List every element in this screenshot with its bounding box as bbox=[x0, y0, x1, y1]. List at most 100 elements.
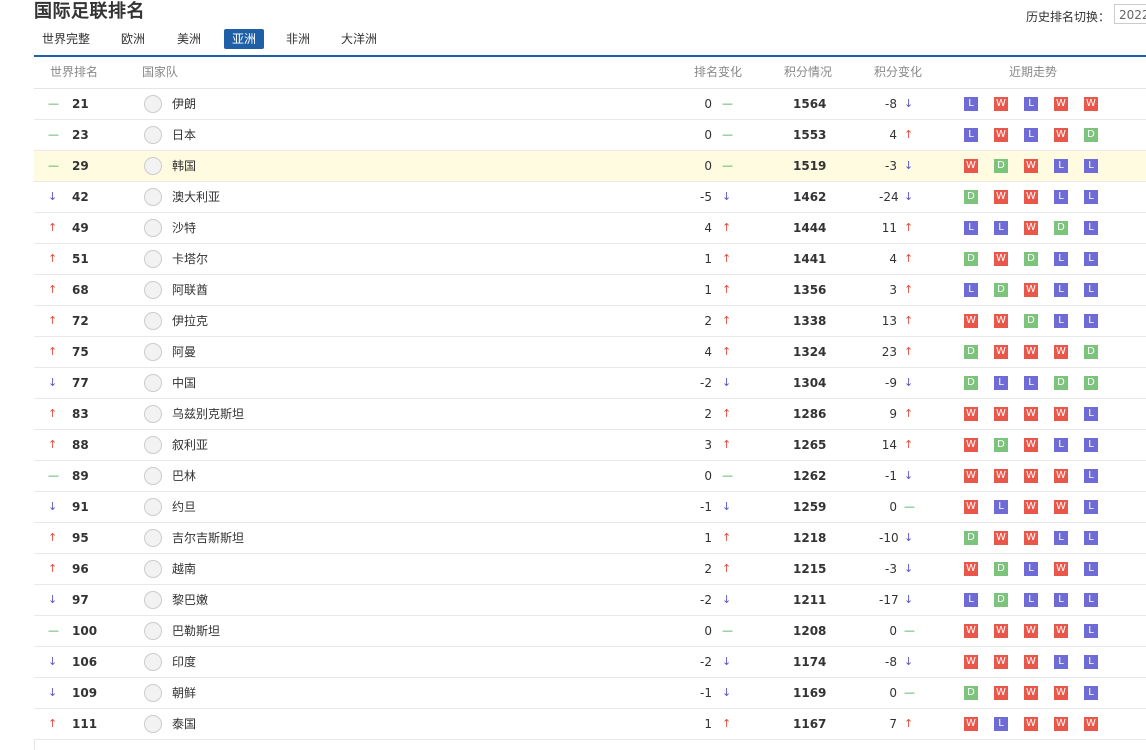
table-row[interactable]: ↓ 91 约旦 -1 ↓ 1259 0 — W L W W L bbox=[34, 492, 1146, 523]
form-result-badge: W bbox=[1024, 531, 1038, 545]
points-value: 1174 bbox=[793, 655, 827, 669]
arrow-down-icon: ↓ bbox=[904, 531, 914, 544]
form-result-badge: L bbox=[1024, 562, 1038, 576]
team-name[interactable]: 阿联酋 bbox=[172, 275, 208, 305]
table-row[interactable]: ↓ 77 中国 -2 ↓ 1304 -9 ↓ D L L D D bbox=[34, 368, 1146, 399]
table-row[interactable]: ↑ 83 乌兹别克斯坦 2 ↑ 1286 9 ↑ W W W W L bbox=[34, 399, 1146, 430]
form-result-badge: W bbox=[1024, 624, 1038, 638]
form-result-badge: W bbox=[964, 407, 978, 421]
tab-europe[interactable]: 欧洲 bbox=[113, 29, 153, 49]
points-value: 1265 bbox=[793, 438, 827, 452]
table-row[interactable]: ↓ 106 印度 -2 ↓ 1174 -8 ↓ W W W L L bbox=[34, 647, 1146, 678]
table-row[interactable]: ↑ 51 卡塔尔 1 ↑ 1441 4 ↑ D W D L L bbox=[34, 244, 1146, 275]
dash-icon: — bbox=[48, 128, 59, 141]
form-result-badge: W bbox=[1084, 97, 1098, 111]
tab-america[interactable]: 美洲 bbox=[169, 29, 209, 49]
points-value: 1441 bbox=[793, 252, 827, 266]
form-result-badge: D bbox=[1084, 128, 1098, 142]
arrow-down-icon: ↓ bbox=[904, 97, 914, 110]
table-row[interactable]: ↑ 68 阿联酋 1 ↑ 1356 3 ↑ L D W L L bbox=[34, 275, 1146, 306]
form-result-badge: L bbox=[1024, 593, 1038, 607]
table-row[interactable]: — 21 伊朗 0 — 1564 -8 ↓ L W L W W bbox=[34, 89, 1146, 120]
form-result-badge: L bbox=[1084, 624, 1098, 638]
arrow-up-icon: ↑ bbox=[722, 283, 732, 296]
team-name[interactable]: 叙利亚 bbox=[172, 430, 208, 460]
team-name[interactable]: 泰国 bbox=[172, 709, 196, 739]
form-result-badge: W bbox=[964, 500, 978, 514]
team-name[interactable]: 巴林 bbox=[172, 461, 196, 491]
rank-change-value: 1 bbox=[704, 531, 712, 545]
form-result-badge: W bbox=[1054, 128, 1068, 142]
team-flag-icon bbox=[144, 591, 162, 609]
table-row[interactable]: ↑ 72 伊拉克 2 ↑ 1338 13 ↑ W W D L L bbox=[34, 306, 1146, 337]
rank-change-value: 4 bbox=[704, 345, 712, 359]
team-name[interactable]: 中国 bbox=[172, 368, 196, 398]
rank-change-value: -1 bbox=[700, 686, 712, 700]
table-row[interactable]: ↑ 111 泰国 1 ↑ 1167 7 ↑ W L W W W bbox=[34, 709, 1146, 740]
table-row[interactable]: ↓ 42 澳大利亚 -5 ↓ 1462 -24 ↓ D W W L L bbox=[34, 182, 1146, 213]
table-row[interactable]: ↑ 88 叙利亚 3 ↑ 1265 14 ↑ W D W L L bbox=[34, 430, 1146, 461]
team-name[interactable]: 沙特 bbox=[172, 213, 196, 243]
header-points-change[interactable]: 积分变化 bbox=[874, 57, 922, 88]
form-result-badge: L bbox=[964, 221, 978, 235]
table-row[interactable]: ↓ 97 黎巴嫩 -2 ↓ 1211 -17 ↓ L D L L L bbox=[34, 585, 1146, 616]
team-name[interactable]: 日本 bbox=[172, 120, 196, 150]
form-result-badge: L bbox=[1024, 128, 1038, 142]
tab-asia[interactable]: 亚洲 bbox=[224, 29, 265, 49]
table-row[interactable]: — 29 韩国 0 — 1519 -3 ↓ W D W L L bbox=[34, 151, 1146, 182]
team-name[interactable]: 越南 bbox=[172, 554, 196, 584]
tab-africa[interactable]: 非洲 bbox=[278, 29, 318, 49]
team-name[interactable]: 黎巴嫩 bbox=[172, 585, 208, 615]
form-result-badge: D bbox=[1084, 345, 1098, 359]
team-name[interactable]: 巴勒斯坦 bbox=[172, 616, 220, 646]
team-name[interactable]: 约旦 bbox=[172, 492, 196, 522]
table-row[interactable]: ↑ 96 越南 2 ↑ 1215 -3 ↓ W D L W L bbox=[34, 554, 1146, 585]
team-name[interactable]: 吉尔吉斯斯坦 bbox=[172, 523, 244, 553]
arrow-up-icon: ↑ bbox=[722, 407, 732, 420]
form-result-badge: L bbox=[994, 376, 1008, 390]
rank-change-value: 3 bbox=[704, 438, 712, 452]
team-name[interactable]: 乌兹别克斯坦 bbox=[172, 399, 244, 429]
team-flag-icon bbox=[144, 374, 162, 392]
year-select[interactable]: 2022 bbox=[1114, 4, 1146, 24]
form-result-badge: W bbox=[1024, 283, 1038, 297]
team-flag-icon bbox=[144, 715, 162, 733]
team-flag-icon bbox=[144, 95, 162, 113]
team-name[interactable]: 澳大利亚 bbox=[172, 182, 220, 212]
header-rank-change[interactable]: 排名变化 bbox=[694, 57, 742, 88]
team-name[interactable]: 伊朗 bbox=[172, 89, 196, 119]
team-name[interactable]: 印度 bbox=[172, 647, 196, 677]
arrow-up-icon: ↑ bbox=[48, 562, 58, 575]
form-result-badge: W bbox=[994, 407, 1008, 421]
team-name[interactable]: 朝鲜 bbox=[172, 678, 196, 708]
form-result-badge: D bbox=[964, 686, 978, 700]
table-row[interactable]: ↓ 109 朝鲜 -1 ↓ 1169 0 — D W W W L bbox=[34, 678, 1146, 709]
tab-oceania[interactable]: 大洋洲 bbox=[333, 29, 385, 49]
arrow-down-icon: ↓ bbox=[48, 500, 58, 513]
points-change-value: 3 bbox=[889, 283, 897, 297]
team-name[interactable]: 阿曼 bbox=[172, 337, 196, 367]
table-row[interactable]: ↑ 49 沙特 4 ↑ 1444 11 ↑ L L W D L bbox=[34, 213, 1146, 244]
form-result-badge: W bbox=[964, 655, 978, 669]
points-value: 1553 bbox=[793, 128, 827, 142]
team-name[interactable]: 伊拉克 bbox=[172, 306, 208, 336]
header-points[interactable]: 积分情况 bbox=[784, 57, 832, 88]
form-result-badge: L bbox=[1024, 376, 1038, 390]
arrow-up-icon: ↑ bbox=[904, 252, 914, 265]
dash-icon: — bbox=[48, 97, 59, 110]
points-change-value: 11 bbox=[881, 221, 897, 235]
arrow-up-icon: ↑ bbox=[48, 221, 58, 234]
table-row[interactable]: ↑ 95 吉尔吉斯斯坦 1 ↑ 1218 -10 ↓ D W W L L bbox=[34, 523, 1146, 554]
table-row[interactable]: — 23 日本 0 — 1553 4 ↑ L W L W D bbox=[34, 120, 1146, 151]
header-rank[interactable]: 世界排名 bbox=[50, 57, 98, 88]
team-name[interactable]: 韩国 bbox=[172, 151, 196, 181]
form-result-badge: W bbox=[1024, 686, 1038, 700]
team-name[interactable]: 卡塔尔 bbox=[172, 244, 208, 274]
table-row[interactable]: — 100 巴勒斯坦 0 — 1208 0 — W W W W L bbox=[34, 616, 1146, 647]
arrow-up-icon: ↑ bbox=[904, 717, 914, 730]
table-row[interactable]: — 89 巴林 0 — 1262 -1 ↓ W W W W L bbox=[34, 461, 1146, 492]
rank-change-value: -1 bbox=[700, 500, 712, 514]
dash-icon: — bbox=[722, 128, 733, 141]
tab-world[interactable]: 世界完整 bbox=[34, 29, 98, 49]
table-row[interactable]: ↑ 75 阿曼 4 ↑ 1324 23 ↑ D W W W D bbox=[34, 337, 1146, 368]
